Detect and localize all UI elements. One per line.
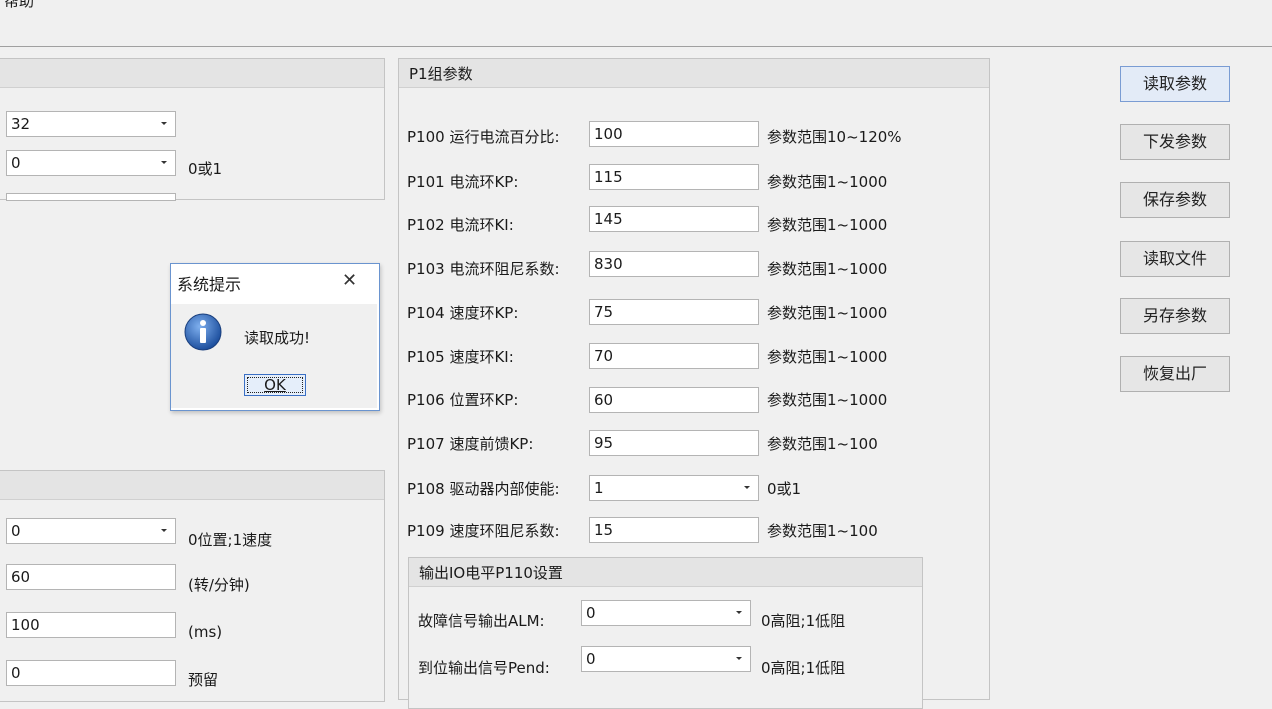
left-top-combo-2[interactable]: 0 <box>6 150 176 176</box>
alm-hint: 0高阻;1低阻 <box>761 612 846 630</box>
menu-bar: 帮助 <box>0 0 1272 47</box>
read-params-button[interactable]: 读取参数 <box>1120 66 1230 102</box>
p101-label: P101 电流环KP: <box>407 173 519 191</box>
send-params-button[interactable]: 下发参数 <box>1120 124 1230 160</box>
p105-label: P105 速度环KI: <box>407 348 514 366</box>
p108-combo[interactable]: 1 <box>589 475 759 501</box>
close-icon[interactable]: ✕ <box>342 270 357 291</box>
dialog-message: 读取成功! <box>244 329 311 347</box>
p106-range: 参数范围1~1000 <box>767 391 888 409</box>
p102-field[interactable]: 145 <box>589 206 759 232</box>
chevron-down-icon <box>744 486 750 489</box>
p105-range: 参数范围1~1000 <box>767 348 888 366</box>
p108-label: P108 驱动器内部使能: <box>407 480 560 498</box>
p109-range: 参数范围1~100 <box>767 522 878 540</box>
p107-field[interactable]: 95 <box>589 430 759 456</box>
save-params-button[interactable]: 保存参数 <box>1120 182 1230 218</box>
p103-label: P103 电流环阻尼系数: <box>407 260 560 278</box>
p107-range: 参数范围1~100 <box>767 435 878 453</box>
p1-params-header: P1组参数 <box>399 59 989 88</box>
speed-unit: (转/分钟) <box>188 576 250 594</box>
io-group-title: 输出IO电平P110设置 <box>419 564 563 582</box>
p100-label: P100 运行电流百分比: <box>407 128 560 146</box>
alm-combo[interactable]: 0 <box>581 600 751 626</box>
p102-label: P102 电流环KI: <box>407 216 514 234</box>
pend-combo[interactable]: 0 <box>581 646 751 672</box>
speed-field[interactable]: 60 <box>6 564 176 590</box>
left-top-field-3[interactable] <box>6 193 176 201</box>
chevron-down-icon <box>161 529 167 532</box>
p103-range: 参数范围1~1000 <box>767 260 888 278</box>
p106-label: P106 位置环KP: <box>407 391 519 409</box>
pend-hint: 0高阻;1低阻 <box>761 659 846 677</box>
dialog-body: 读取成功! OK <box>171 304 377 408</box>
chevron-down-icon <box>161 161 167 164</box>
p104-field[interactable]: 75 <box>589 299 759 325</box>
p104-label: P104 速度环KP: <box>407 304 519 322</box>
p107-label: P107 速度前馈KP: <box>407 435 534 453</box>
restore-factory-button[interactable]: 恢复出厂 <box>1120 356 1230 392</box>
mode-hint: 0位置;1速度 <box>188 531 273 549</box>
p106-field[interactable]: 60 <box>589 387 759 413</box>
p102-range: 参数范围1~1000 <box>767 216 888 234</box>
left-top-panel-header <box>0 59 384 88</box>
info-icon <box>184 313 222 351</box>
save-as-button[interactable]: 另存参数 <box>1120 298 1230 334</box>
p104-range: 参数范围1~1000 <box>767 304 888 322</box>
left-top-hint-2: 0或1 <box>188 160 223 178</box>
p109-field[interactable]: 15 <box>589 517 759 543</box>
chevron-down-icon <box>161 122 167 125</box>
p1-params-panel: P1组参数 P100 运行电流百分比: 100 参数范围10~120% P101… <box>398 58 990 709</box>
left-bottom-panel-header <box>0 471 384 500</box>
io-group: 输出IO电平P110设置 故障信号输出ALM: 0 0高阻;1低阻 到位输出信号… <box>408 557 923 709</box>
ok-button[interactable]: OK <box>244 374 306 396</box>
chevron-down-icon <box>736 657 742 660</box>
ok-label: OK <box>264 376 286 394</box>
p101-range: 参数范围1~1000 <box>767 173 888 191</box>
left-top-combo-1[interactable]: 32 <box>6 111 176 137</box>
left-bottom-panel: 0 0位置;1速度 60 (转/分钟) 100 (ms) 0 预留 <box>0 470 385 702</box>
pend-label: 到位输出信号Pend: <box>418 659 550 677</box>
p109-label: P109 速度环阻尼系数: <box>407 522 560 540</box>
p108-range: 0或1 <box>767 480 802 498</box>
io-group-header: 输出IO电平P110设置 <box>409 558 922 587</box>
reserved-field[interactable]: 0 <box>6 660 176 686</box>
p100-range: 参数范围10~120% <box>767 128 902 146</box>
alm-label: 故障信号输出ALM: <box>418 612 545 630</box>
p100-field[interactable]: 100 <box>589 121 759 147</box>
left-top-panel: 32 0 0或1 <box>0 58 385 201</box>
p103-field[interactable]: 830 <box>589 251 759 277</box>
menu-help[interactable]: 帮助 <box>4 0 34 11</box>
time-field[interactable]: 100 <box>6 612 176 638</box>
mode-combo[interactable]: 0 <box>6 518 176 544</box>
system-message-dialog: 系统提示 ✕ 读取成功! OK <box>170 263 380 411</box>
p105-field[interactable]: 70 <box>589 343 759 369</box>
dialog-title: 系统提示 <box>177 275 242 294</box>
p101-field[interactable]: 115 <box>589 164 759 190</box>
time-unit: (ms) <box>188 623 223 641</box>
chevron-down-icon <box>736 611 742 614</box>
p1-params-title: P1组参数 <box>409 65 473 83</box>
read-file-button[interactable]: 读取文件 <box>1120 241 1230 277</box>
